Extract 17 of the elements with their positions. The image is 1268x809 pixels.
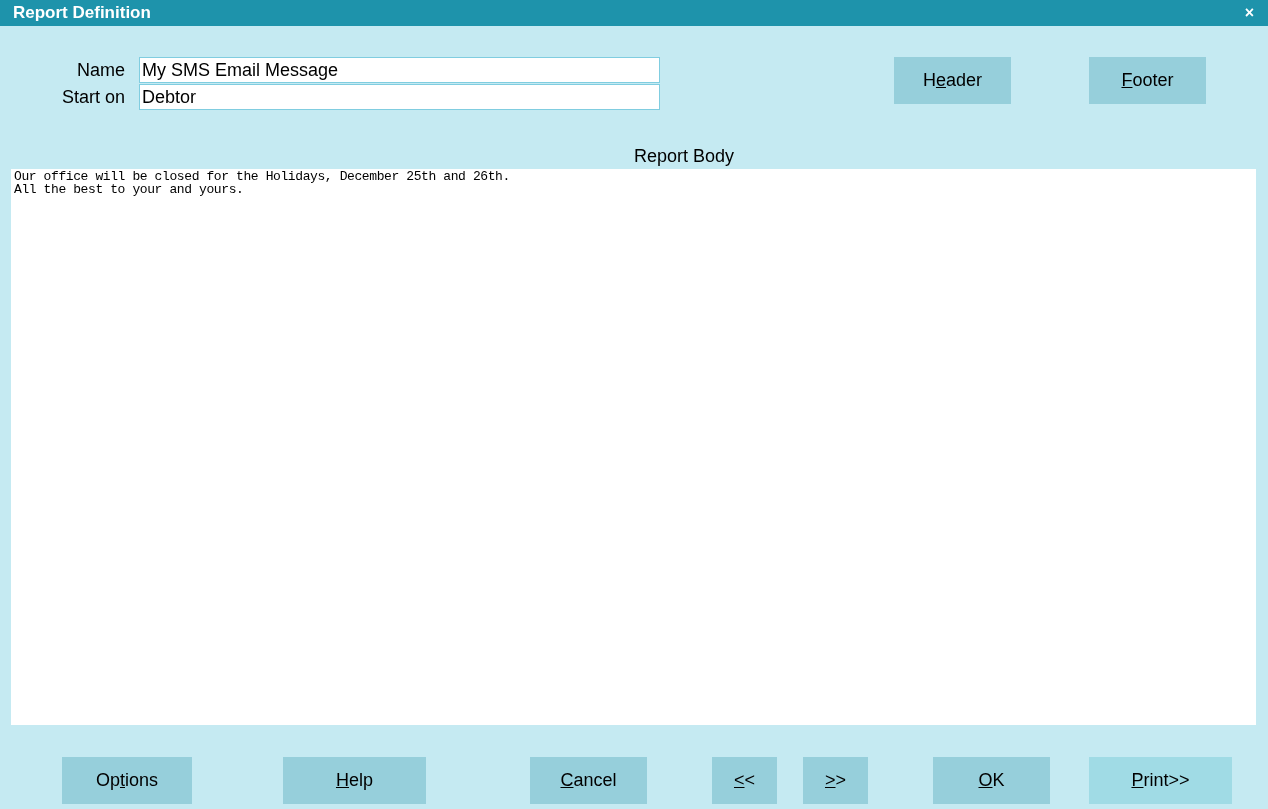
input-field[interactable]: Debtor — [139, 84, 660, 110]
report-body-label: Report Body — [632, 145, 736, 168]
window-title: Report Definition — [13, 3, 151, 23]
field-label: Name — [76, 59, 125, 82]
action-button[interactable]: Header — [894, 57, 1011, 104]
action-button[interactable]: Print>> — [1089, 757, 1232, 804]
action-button[interactable]: Cancel — [530, 757, 647, 804]
action-button[interactable]: OK — [933, 757, 1050, 804]
next-button[interactable]: >> — [803, 757, 868, 804]
previous-button[interactable]: << — [712, 757, 777, 804]
report-body-field[interactable]: Our office will be closed for the Holidays, December 25th and 26th. All the best to your and yours. — [11, 169, 1256, 725]
action-button[interactable]: Help — [283, 757, 426, 804]
action-button[interactable]: Footer — [1089, 57, 1206, 104]
close-button[interactable]: × — [1244, 4, 1254, 22]
input-field[interactable]: My SMS Email Message — [139, 57, 660, 83]
action-button[interactable]: Options — [62, 757, 192, 804]
field-label: Start on — [60, 86, 125, 109]
